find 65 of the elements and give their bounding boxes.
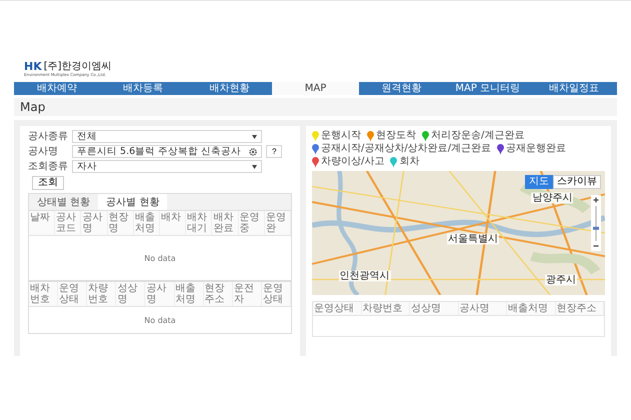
column-header: 배차	[160, 211, 186, 235]
select-field[interactable]: 자사	[72, 160, 262, 173]
place-label: 서울특별시	[447, 234, 500, 245]
column-header: 운영상태	[313, 302, 362, 315]
page-title: Map	[20, 99, 46, 115]
legend-label: 운행시작	[321, 130, 361, 142]
map-type-button[interactable]: 스카이뷰	[553, 175, 601, 189]
legend-label: 처리장운송/계근완료	[431, 130, 524, 142]
column-header: 차량번호	[362, 302, 410, 315]
nav-tab[interactable]: 배차현황	[186, 82, 272, 95]
column-header: 배출처명	[134, 211, 160, 235]
company-name: [주]한경이엠씨	[44, 61, 112, 72]
nav-tab[interactable]: 원격현황	[358, 82, 445, 95]
empty-message: No data	[144, 254, 176, 262]
legend-label: 현장도착	[376, 130, 416, 142]
legend-label: 회차	[399, 156, 420, 168]
caret-icon	[252, 164, 257, 168]
column-header: 날짜	[29, 211, 56, 235]
filter-label: 공사명	[28, 146, 59, 158]
legend-label: 공재운행완료	[506, 143, 566, 155]
place-label: 광주시	[545, 274, 578, 286]
column-header: 운전자	[232, 282, 262, 306]
search-button[interactable]: 조회	[32, 176, 64, 190]
select-field[interactable]: 전체	[72, 130, 262, 143]
column-header: 운영상태	[58, 282, 88, 306]
column-header: 현장주소	[556, 302, 604, 315]
map-type-button[interactable]: 지도	[525, 175, 553, 189]
nav-tab[interactable]: 배차예약	[14, 82, 100, 95]
help-button[interactable]: ?	[266, 145, 282, 158]
column-header: 성상명	[410, 302, 458, 315]
map-drawing[interactable]	[312, 171, 605, 295]
column-header: 공사명	[145, 282, 175, 306]
column-header: 현장명	[108, 211, 134, 235]
company-logo: HK	[24, 61, 42, 72]
column-header: 배출처명	[174, 282, 204, 306]
nav-tab[interactable]: 배차등록	[100, 82, 186, 95]
column-header: 공사명	[81, 211, 108, 235]
column-header: 성상명	[116, 282, 146, 306]
legend-label: 공재시작/공재상차/상차완료/계근완료	[321, 143, 492, 155]
nav-tab[interactable]: MAP 모니터링	[444, 82, 531, 95]
column-header: 운영중	[238, 211, 265, 235]
column-header: 배차완료	[212, 211, 239, 235]
legend-label: 차량이상/사고	[321, 156, 384, 168]
nav-tab[interactable]: MAP	[272, 82, 359, 95]
filter-label: 조회종류	[28, 160, 68, 172]
place-label: 남양주시	[531, 192, 574, 204]
column-header: 배차대기	[186, 211, 212, 235]
column-header: 차량번호	[87, 282, 116, 306]
column-header: 배차번호	[29, 282, 58, 306]
filter-label: 공사종류	[28, 130, 68, 142]
tab[interactable]: 상태별 현황	[29, 194, 98, 210]
search-field[interactable]: 푸른시티 5.6블럭 주상복합 신축공사	[72, 145, 262, 158]
column-header: 배출처명	[507, 302, 556, 315]
column-header: 운영완	[264, 211, 291, 235]
tab[interactable]: 공사별 현황	[98, 194, 168, 210]
nav-tab[interactable]: 배차일정표	[530, 82, 617, 95]
column-header: 공사코드	[55, 211, 82, 235]
gear-icon	[249, 148, 257, 156]
place-label: 인천광역시	[338, 270, 391, 282]
column-header: 공사명	[458, 302, 507, 315]
empty-message: No data	[144, 316, 176, 324]
caret-icon	[252, 134, 257, 138]
column-header: 현장주소	[204, 282, 233, 306]
zoom-slider[interactable]	[591, 195, 601, 251]
column-header: 운영상태	[262, 282, 291, 306]
